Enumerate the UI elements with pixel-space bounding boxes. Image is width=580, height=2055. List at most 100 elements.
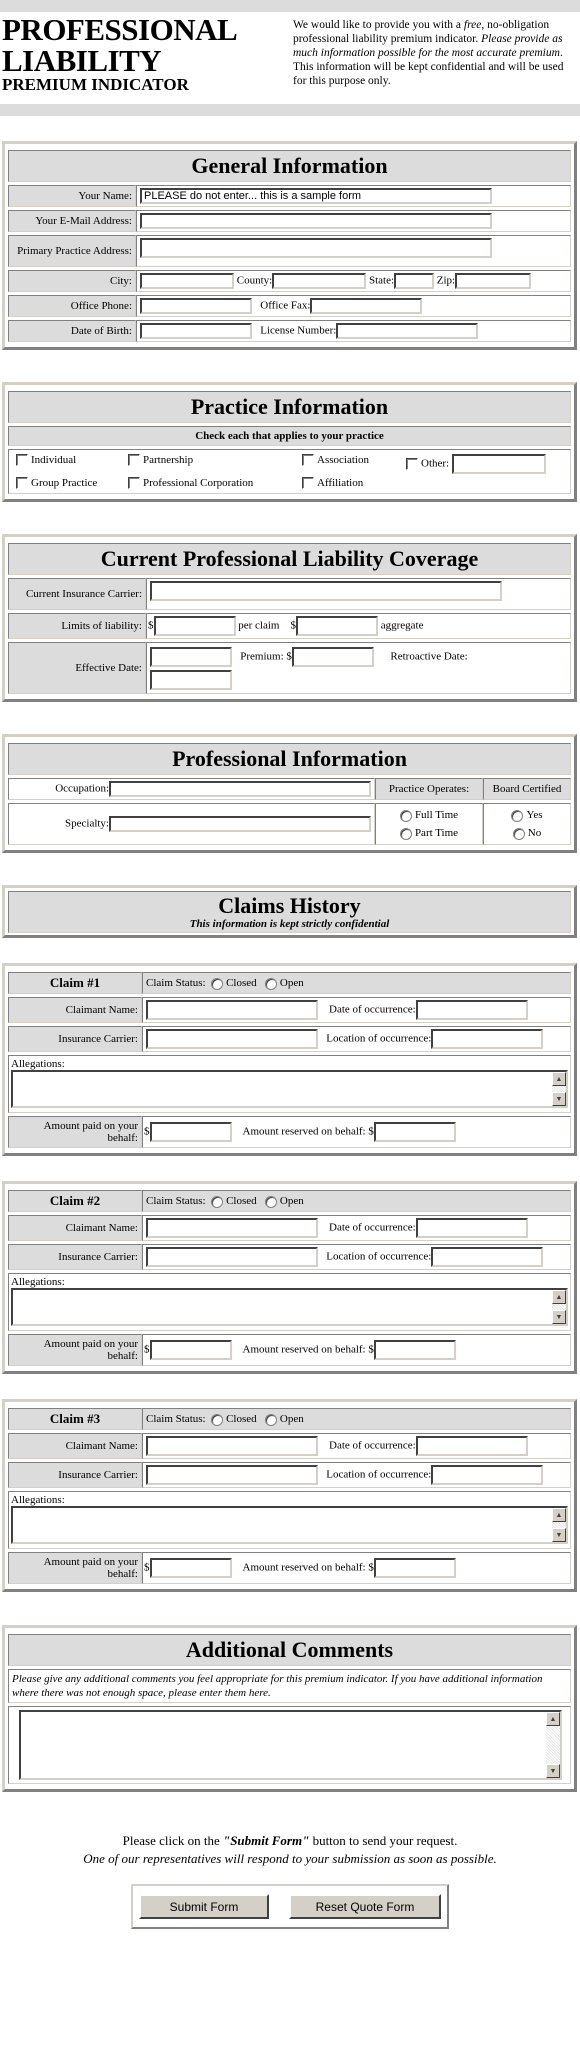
insurance-carrier-label: Insurance Carrier: — [8, 1026, 142, 1053]
scroll-down-icon[interactable]: ▼ — [546, 1764, 560, 1779]
radio-icon[interactable] — [512, 827, 525, 840]
allegations-textarea[interactable]: ▲ ▼ — [11, 1506, 568, 1545]
claimant-input[interactable] — [146, 1000, 318, 1021]
insurance-carrier-input[interactable] — [146, 1247, 318, 1268]
claim-panel: Claim #1 Claim Status: Closed Open Claim… — [2, 963, 577, 1157]
checkbox-icon[interactable] — [128, 454, 140, 467]
checkbox-group-practice[interactable]: Group Practice — [16, 477, 128, 490]
radio-icon[interactable] — [264, 1195, 277, 1208]
scroll-down-icon[interactable]: ▼ — [552, 1092, 566, 1107]
date-occurrence-input[interactable] — [415, 1000, 528, 1021]
scrollbar[interactable]: ▲ ▼ — [546, 1712, 560, 1779]
scrollbar[interactable]: ▲ ▼ — [552, 1072, 566, 1107]
claim-title: Claim #1 — [8, 972, 142, 995]
radio-full-time[interactable]: Full Time — [399, 809, 458, 822]
insurance-carrier-input[interactable] — [146, 1465, 318, 1486]
radio-icon[interactable] — [264, 977, 277, 990]
state-input[interactable] — [394, 273, 435, 289]
aggregate-input[interactable] — [295, 616, 378, 637]
reset-quote-form-button[interactable]: Reset Quote Form — [289, 1894, 441, 1920]
scroll-down-icon[interactable]: ▼ — [552, 1310, 566, 1325]
address-input[interactable] — [140, 238, 492, 258]
phone-input[interactable] — [140, 298, 252, 314]
checkbox-icon[interactable] — [302, 454, 314, 467]
insurance-carrier-input[interactable] — [146, 1029, 318, 1050]
checkbox-icon[interactable] — [128, 477, 140, 490]
amount-paid-input[interactable] — [149, 1340, 232, 1361]
form-buttons: Submit Form Reset Quote Form — [131, 1884, 449, 1930]
checkbox-affiliation[interactable]: Affiliation — [302, 477, 406, 490]
other-input[interactable] — [451, 454, 546, 474]
checkbox-individual[interactable]: Individual — [16, 454, 128, 474]
claim-title: Claim #3 — [8, 1408, 142, 1431]
date-occurrence-input[interactable] — [415, 1436, 528, 1457]
effective-date-input[interactable] — [150, 646, 232, 667]
checkbox-icon[interactable] — [16, 454, 28, 467]
email-input[interactable] — [140, 213, 492, 229]
allegations-textarea[interactable]: ▲ ▼ — [11, 1070, 568, 1109]
county-input[interactable] — [272, 273, 367, 289]
comments-instructions: Please give any additional comments you … — [8, 1669, 571, 1704]
radio-part-time[interactable]: Part Time — [399, 827, 458, 840]
submit-form-button[interactable]: Submit Form — [139, 1894, 269, 1920]
scroll-up-icon[interactable]: ▲ — [552, 1290, 566, 1305]
specialty-input[interactable] — [109, 816, 371, 833]
amount-paid-input[interactable] — [149, 1558, 232, 1579]
scroll-up-icon[interactable]: ▲ — [552, 1508, 566, 1523]
amount-reserved-input[interactable] — [373, 1340, 456, 1361]
checkbox-partnership[interactable]: Partnership — [128, 454, 302, 474]
scrollbar[interactable]: ▲ ▼ — [552, 1290, 566, 1325]
claimant-input[interactable] — [146, 1218, 318, 1239]
radio-open[interactable]: Open — [264, 1195, 304, 1208]
date-occurrence-input[interactable] — [415, 1218, 528, 1239]
carrier-input[interactable] — [150, 581, 502, 602]
per-claim-input[interactable] — [153, 616, 236, 637]
fax-input[interactable] — [310, 298, 423, 314]
location-occurrence-input[interactable] — [431, 1029, 544, 1050]
radio-icon[interactable] — [264, 1413, 277, 1426]
additional-comments-title: Additional Comments — [8, 1634, 571, 1667]
scroll-down-icon[interactable]: ▼ — [552, 1528, 566, 1543]
radio-closed[interactable]: Closed — [211, 977, 257, 990]
dob-input[interactable] — [140, 323, 252, 339]
premium-input[interactable] — [291, 646, 374, 667]
location-occurrence-input[interactable] — [431, 1247, 544, 1268]
amount-paid-input[interactable] — [149, 1122, 232, 1143]
checkbox-other[interactable]: Other: — [406, 454, 563, 474]
checkbox-association[interactable]: Association — [302, 454, 406, 474]
radio-closed[interactable]: Closed — [211, 1195, 257, 1208]
aggregate-label: aggregate — [380, 620, 424, 632]
comments-textarea[interactable]: ▲ ▼ — [19, 1710, 562, 1781]
radio-icon[interactable] — [511, 809, 524, 822]
allegations-textarea[interactable]: ▲ ▼ — [11, 1288, 568, 1327]
amount-reserved-input[interactable] — [373, 1558, 456, 1579]
amount-reserved-input[interactable] — [373, 1122, 456, 1143]
radio-icon[interactable] — [399, 827, 412, 840]
retroactive-date-input[interactable] — [150, 669, 232, 690]
scroll-up-icon[interactable]: ▲ — [546, 1712, 560, 1727]
zip-input[interactable] — [455, 273, 532, 289]
scroll-up-icon[interactable]: ▲ — [552, 1072, 566, 1087]
radio-icon[interactable] — [211, 1195, 224, 1208]
radio-icon[interactable] — [211, 977, 224, 990]
radio-closed[interactable]: Closed — [211, 1413, 257, 1426]
radio-yes[interactable]: Yes — [511, 809, 543, 822]
email-label: Your E-Mail Address: — [8, 210, 136, 232]
claimant-input[interactable] — [146, 1436, 318, 1457]
checkbox-icon[interactable] — [406, 458, 418, 470]
location-occurrence-input[interactable] — [431, 1465, 544, 1486]
name-input[interactable] — [140, 188, 492, 204]
location-occurrence-label: Location of occurrence: — [326, 1033, 432, 1045]
radio-open[interactable]: Open — [264, 977, 304, 990]
scrollbar[interactable]: ▲ ▼ — [552, 1508, 566, 1543]
license-input[interactable] — [336, 323, 479, 339]
radio-open[interactable]: Open — [264, 1413, 304, 1426]
checkbox-professional-corporation[interactable]: Professional Corporation — [128, 477, 302, 490]
radio-no[interactable]: No — [512, 827, 541, 840]
city-input[interactable] — [140, 273, 234, 289]
checkbox-icon[interactable] — [302, 477, 314, 490]
checkbox-icon[interactable] — [16, 477, 28, 490]
radio-icon[interactable] — [211, 1413, 224, 1426]
radio-icon[interactable] — [399, 809, 412, 822]
occupation-input[interactable] — [109, 781, 371, 798]
